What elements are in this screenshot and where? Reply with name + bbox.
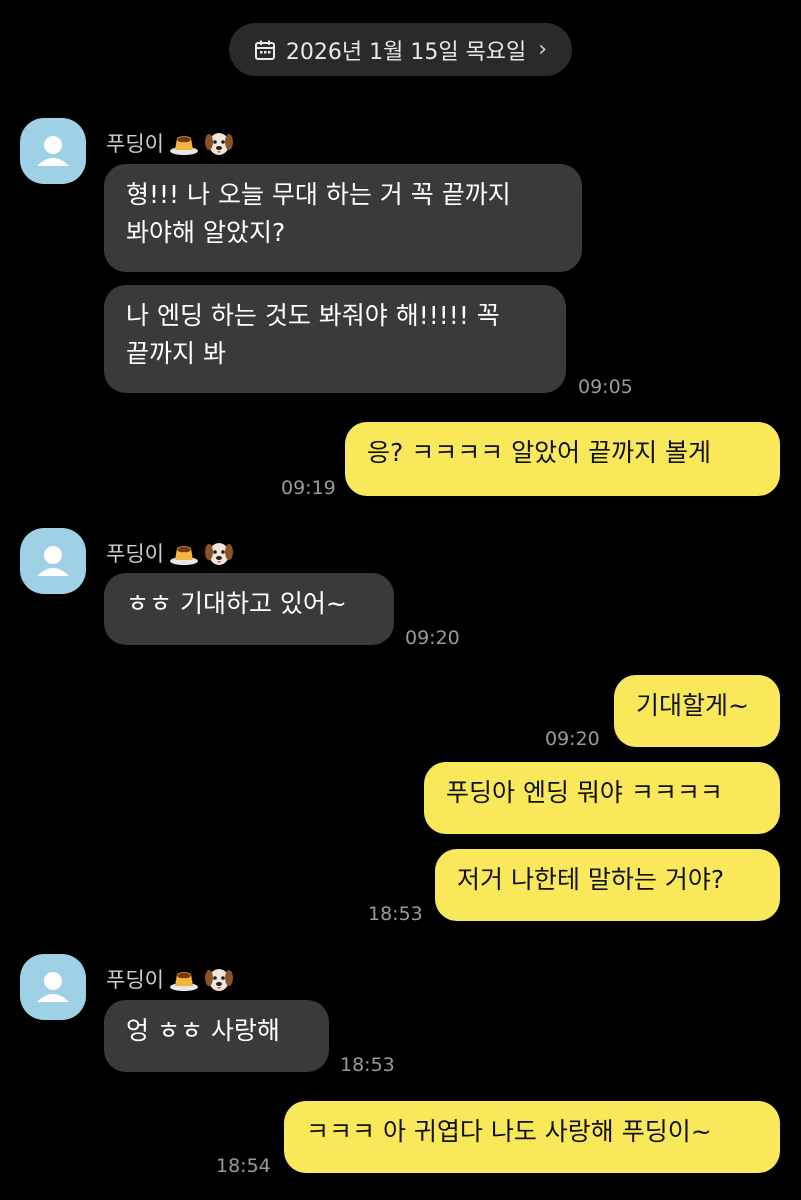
message-bubble[interactable]: 형!!! 나 오늘 무대 하는 거 꼭 끝까지 봐야해 알았지?: [104, 164, 582, 272]
calendar-icon: [254, 40, 275, 60]
message-bubble[interactable]: 푸딩아 엔딩 뭐야 ㅋㅋㅋㅋ: [424, 762, 780, 834]
pudding-emoji: [168, 130, 200, 156]
chevron-right-icon: ›: [538, 37, 548, 62]
date-header-button[interactable]: 2026년 1월 15일 목요일 ›: [229, 23, 572, 76]
contact-avatar[interactable]: [20, 528, 86, 594]
message-time: 09:20: [545, 728, 600, 750]
pudding-emoji: [168, 966, 200, 992]
contact-avatar[interactable]: [20, 954, 86, 1020]
message-time: 18:53: [340, 1054, 395, 1076]
message-bubble[interactable]: ㅎㅎ 기대하고 있어~: [104, 573, 394, 645]
message-bubble[interactable]: 엉 ㅎㅎ 사랑해: [104, 1000, 329, 1072]
message-time: 18:53: [368, 903, 423, 925]
message-bubble[interactable]: 응? ㅋㅋㅋㅋ 알았어 끝까지 볼게: [345, 422, 780, 496]
contact-name-text: 푸딩이: [106, 968, 164, 992]
dog-emoji: [204, 965, 234, 993]
contact-name: 푸딩이: [106, 964, 234, 994]
contact-name: 푸딩이: [106, 128, 234, 158]
message-bubble[interactable]: 기대할게~: [614, 675, 780, 747]
contact-name-text: 푸딩이: [106, 132, 164, 156]
message-bubble[interactable]: 나 엔딩 하는 것도 봐줘야 해!!!!! 꼭 끝까지 봐: [104, 285, 566, 393]
message-bubble[interactable]: ㅋㅋㅋ 아 귀엽다 나도 사랑해 푸딩이~: [284, 1101, 780, 1173]
contact-name-text: 푸딩이: [106, 542, 164, 566]
message-time: 09:20: [405, 627, 460, 649]
contact-name: 푸딩이: [106, 538, 234, 568]
contact-avatar[interactable]: [20, 118, 86, 184]
dog-emoji: [204, 129, 234, 157]
pudding-emoji: [168, 540, 200, 566]
message-bubble[interactable]: 저거 나한테 말하는 거야?: [435, 849, 780, 921]
message-time: 18:54: [216, 1155, 271, 1177]
date-label: 2026년 1월 15일 목요일: [285, 39, 527, 65]
dog-emoji: [204, 539, 234, 567]
message-time: 09:19: [281, 477, 336, 499]
message-time: 09:05: [578, 376, 633, 398]
